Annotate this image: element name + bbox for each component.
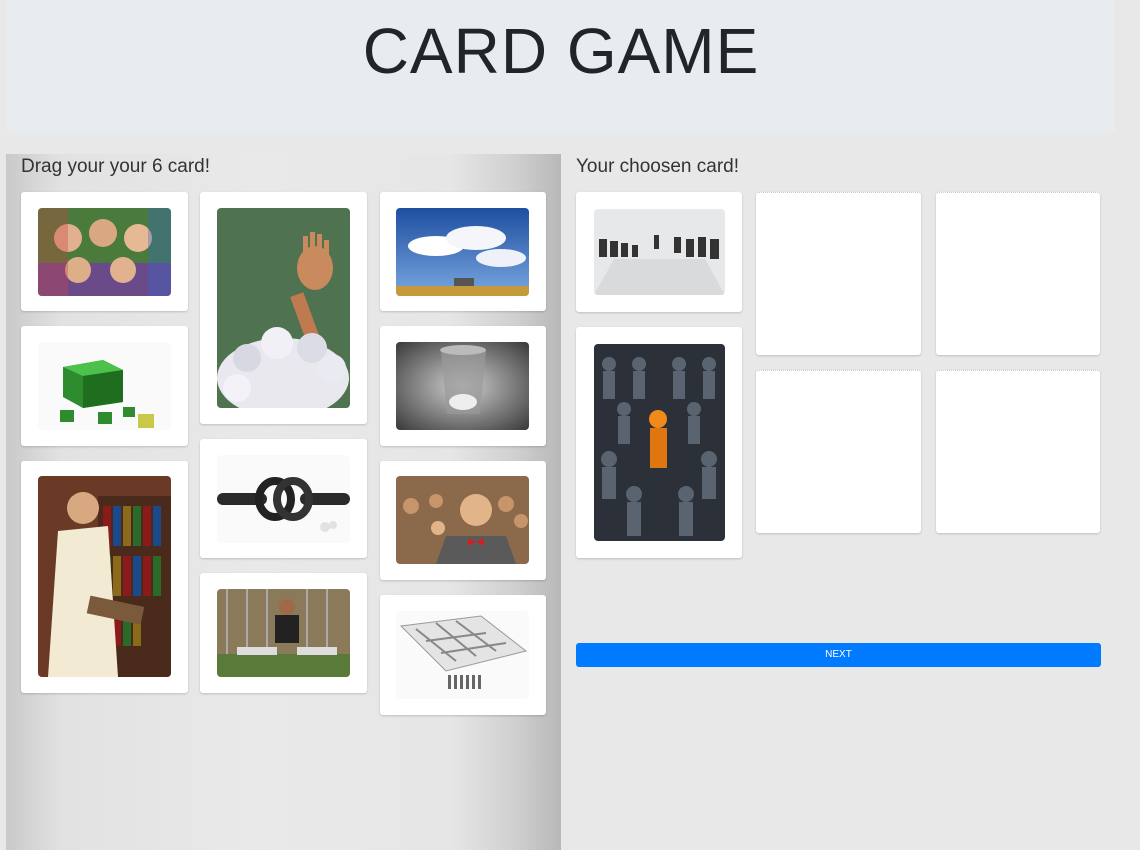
- orange-figure-image: [594, 344, 725, 541]
- empty-card-slot[interactable]: [936, 370, 1100, 533]
- card-rope-knot[interactable]: [200, 439, 367, 558]
- card-desk-under-sky[interactable]: [380, 192, 546, 311]
- next-button[interactable]: NEXT: [576, 643, 1101, 667]
- chosen-card-boardroom[interactable]: [576, 192, 742, 312]
- laughing-man-image: [396, 476, 529, 564]
- hand-in-paper-image: [217, 208, 350, 408]
- header: CARD GAME: [7, 0, 1115, 133]
- empty-card-slot[interactable]: [936, 192, 1100, 355]
- card-pool-title: Drag your your 6 card!: [21, 156, 211, 177]
- empty-card-slot[interactable]: [756, 370, 921, 533]
- card-trash-bin[interactable]: [380, 326, 546, 446]
- page-title: CARD GAME: [362, 15, 760, 87]
- desk-under-sky-image: [396, 208, 529, 296]
- children-faces-image: [38, 208, 171, 296]
- chosen-cards-title: Your choosen card!: [576, 156, 740, 177]
- card-man-reading[interactable]: [21, 461, 188, 693]
- card-laughing-man[interactable]: [380, 461, 546, 580]
- card-hand-in-paper[interactable]: [200, 192, 367, 424]
- green-cubes-image: [38, 342, 171, 430]
- maze-image: [396, 611, 529, 699]
- card-green-cubes[interactable]: [21, 326, 188, 446]
- boardroom-meeting-image: [594, 209, 725, 295]
- man-reading-image: [38, 476, 171, 677]
- card-children-faces[interactable]: [21, 192, 188, 311]
- chosen-card-orange-figure[interactable]: [576, 327, 742, 558]
- empty-card-slot[interactable]: [756, 192, 921, 355]
- card-man-sitting-fence[interactable]: [200, 573, 367, 693]
- card-maze[interactable]: [380, 595, 546, 715]
- trash-bin-image: [396, 342, 529, 430]
- rope-knot-image: [217, 455, 350, 543]
- man-sitting-fence-image: [217, 589, 350, 677]
